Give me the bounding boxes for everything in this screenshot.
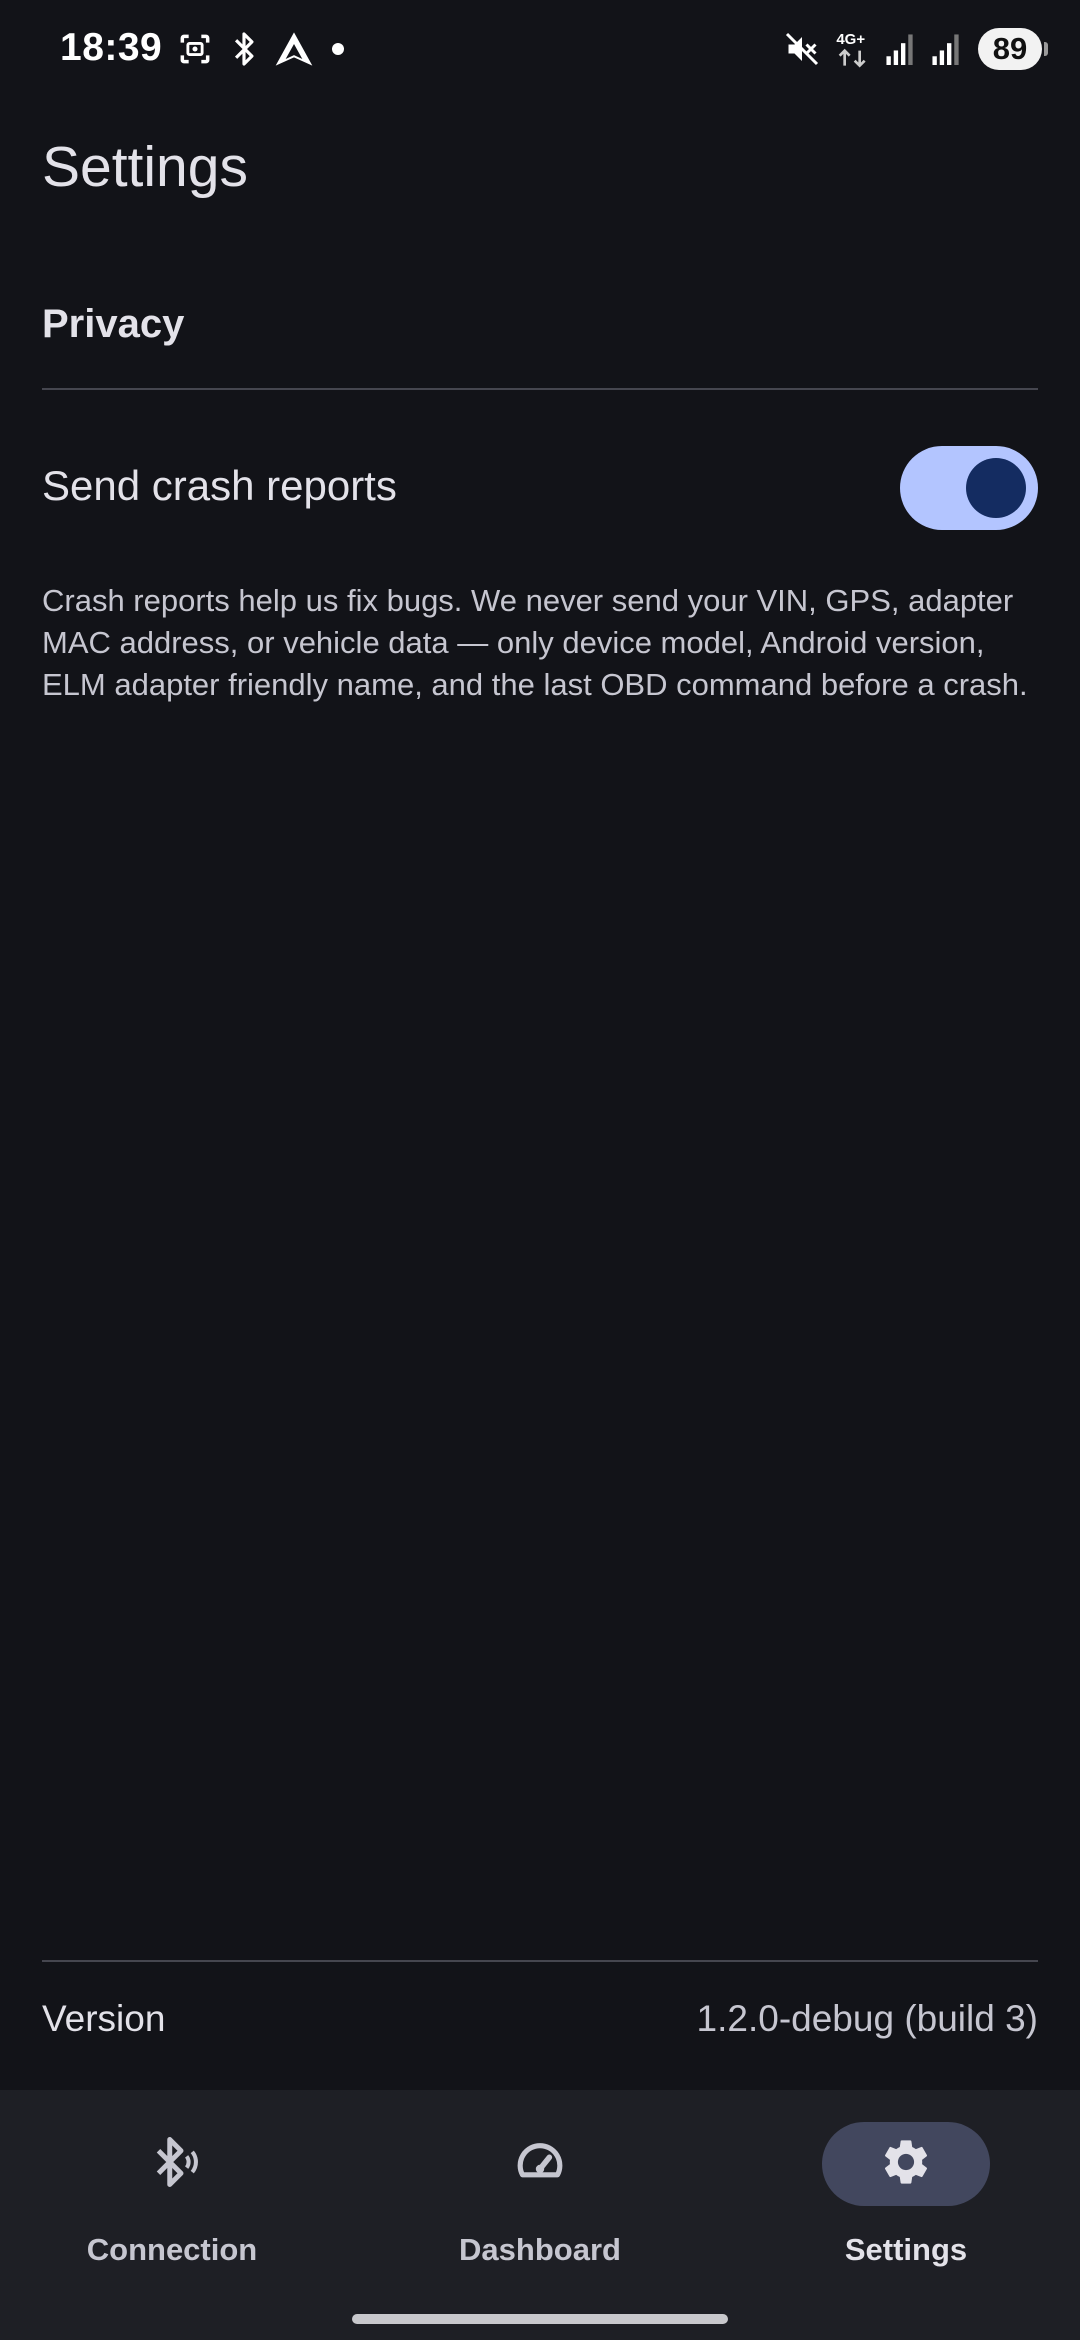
nav-connection-indicator bbox=[88, 2122, 256, 2206]
crash-reports-row[interactable]: Send crash reports bbox=[42, 440, 1038, 538]
gesture-navigation-bar[interactable] bbox=[352, 2314, 728, 2324]
nav-label-dashboard: Dashboard bbox=[459, 2232, 621, 2267]
version-row: Version 1.2.0-debug (build 3) bbox=[42, 1992, 1038, 2052]
version-divider bbox=[42, 1960, 1038, 1962]
notification-dot-icon bbox=[332, 43, 344, 55]
bottom-navigation: Connection Dashboard Settings bbox=[0, 2090, 1080, 2340]
signal-icon bbox=[886, 33, 916, 65]
nav-item-settings[interactable]: Settings bbox=[776, 2122, 1036, 2282]
settings-screen: 18:39 4G+ 89 Settings Privacy Send crash… bbox=[0, 0, 1080, 2340]
screenshot-icon bbox=[176, 30, 214, 68]
status-right-icons: 4G+ 89 bbox=[784, 28, 1048, 70]
privacy-divider bbox=[42, 388, 1038, 390]
crash-reports-description: Crash reports help us fix bugs. We never… bbox=[42, 583, 1028, 702]
nav-settings-indicator bbox=[822, 2122, 990, 2206]
speedometer-icon bbox=[512, 2134, 568, 2195]
signal-icon-2 bbox=[932, 33, 962, 65]
status-time: 18:39 bbox=[60, 26, 163, 69]
nav-label-settings: Settings bbox=[844, 2232, 968, 2267]
crash-reports-label: Send crash reports bbox=[42, 462, 397, 509]
battery-indicator: 89 bbox=[978, 28, 1048, 70]
privacy-section-title: Privacy bbox=[42, 302, 185, 346]
version-label: Version bbox=[42, 1998, 166, 2039]
status-left-icons bbox=[176, 30, 344, 68]
bluetooth-icon bbox=[232, 30, 256, 68]
android-auto-icon bbox=[274, 30, 314, 68]
bluetooth-connect-icon bbox=[145, 2135, 199, 2194]
nav-dashboard-indicator bbox=[456, 2122, 624, 2206]
nav-label-connection: Connection bbox=[86, 2232, 258, 2267]
nav-item-dashboard[interactable]: Dashboard bbox=[410, 2122, 670, 2282]
toggle-thumb bbox=[966, 458, 1026, 518]
gear-icon bbox=[879, 2135, 933, 2194]
version-value: 1.2.0-debug (build 3) bbox=[696, 1998, 1038, 2039]
status-bar: 18:39 4G+ 89 bbox=[0, 0, 1080, 100]
mute-icon bbox=[784, 31, 820, 67]
nav-item-connection[interactable]: Connection bbox=[42, 2122, 302, 2282]
crash-reports-toggle[interactable] bbox=[900, 446, 1038, 530]
network-type-label: 4G+ bbox=[836, 31, 865, 48]
mobile-data-icon: 4G+ bbox=[836, 29, 870, 69]
page-title: Settings bbox=[42, 135, 248, 199]
